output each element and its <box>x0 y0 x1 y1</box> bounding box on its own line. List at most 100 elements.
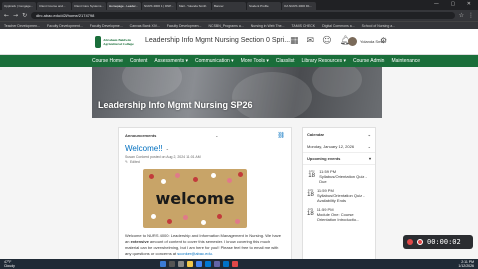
event-title[interactable]: Syllabus/Orientation Quiz - Due <box>319 174 371 184</box>
banner-decoration <box>312 67 362 97</box>
pause-record-icon[interactable] <box>417 239 423 245</box>
forward-icon[interactable]: → <box>13 12 18 19</box>
calendar-date[interactable]: Monday, January 12, 2026 <box>307 144 354 149</box>
calendar-header: Calendar <box>307 132 325 137</box>
flower-icon <box>161 179 166 184</box>
system-tray[interactable]: 2:11 PM 1/12/2026 <box>458 260 474 268</box>
browser-tab-bar: Upptrack | Cengage... Client Course and.… <box>0 0 478 10</box>
browser-tab[interactable]: Client Course and... <box>37 2 71 10</box>
link-icon[interactable]: ⛓ <box>277 132 285 139</box>
nav-assessments[interactable]: Assessments ▾ <box>154 58 188 64</box>
nav-content[interactable]: Content <box>130 58 148 64</box>
bookmark-item[interactable]: Digital Commons a... <box>322 24 354 28</box>
screen-recorder-widget: 00:00:02 <box>403 235 473 249</box>
header-icons: ▦ ✉ ☺ 🔔︎ <box>290 36 351 46</box>
event-title[interactable]: Syllabus/Orientation Quiz - Availability… <box>317 193 371 203</box>
bookmark-item[interactable]: NCSBN_Programs a... <box>209 24 244 28</box>
bookmark-item[interactable]: Faculty Development... <box>47 24 83 28</box>
bookmarks-bar: Teacher Developmen... Faculty Developmen… <box>0 21 478 29</box>
nav-course-home[interactable]: Course Home <box>92 58 123 64</box>
file-explorer-icon[interactable] <box>187 261 193 267</box>
start-icon[interactable] <box>160 261 166 267</box>
edit-icon: ✎ <box>125 160 128 164</box>
announcement-title[interactable]: Welcome!! <box>125 144 163 153</box>
window-controls[interactable]: — ▢ ✕ <box>434 1 476 7</box>
stop-record-icon[interactable] <box>407 239 413 245</box>
mat-word: welcome <box>155 189 235 208</box>
gear-icon[interactable]: ⚙ <box>380 36 387 45</box>
nav-communication[interactable]: Communication ▾ <box>195 58 234 64</box>
back-icon[interactable]: ← <box>4 12 9 19</box>
college-logo[interactable]: Abraham Baldwin Agricultural College <box>95 35 139 49</box>
chrome-icon[interactable] <box>196 261 202 267</box>
avatar[interactable] <box>348 37 357 46</box>
email-link[interactable]: sconker@abac.edu. <box>177 251 213 256</box>
browser-tab[interactable]: OA NURS 4000 D1... <box>282 2 316 10</box>
flower-icon <box>211 173 216 178</box>
course-title[interactable]: Leadership Info Mgmt Nursing Section 0 S… <box>145 37 290 44</box>
grid-icon[interactable]: ▦ <box>290 36 299 46</box>
chevron-down-icon[interactable]: ▾ <box>369 156 371 161</box>
star-icon[interactable]: ☆ <box>459 12 464 19</box>
announcements-widget: Announcements ⌄ ⛓ Welcome!! ⌄ Susan Conk… <box>118 127 292 269</box>
message-icon[interactable]: ✉ <box>307 36 315 46</box>
flower-icon <box>149 174 154 179</box>
nav-course-admin[interactable]: Course Admin <box>353 58 384 64</box>
chevron-down-icon[interactable]: ⌄ <box>215 133 218 138</box>
list-item[interactable]: JAN 18 11:59 PM Syllabus/Orientation Quiz … <box>303 184 375 203</box>
logo-text: Abraham Baldwin Agricultural College <box>103 38 134 46</box>
chevron-down-icon[interactable]: ⌄ <box>368 132 371 137</box>
teams-icon[interactable] <box>214 261 220 267</box>
bookmark-item[interactable]: Canvas Bank XIV... <box>130 24 160 28</box>
flower-icon <box>238 172 243 177</box>
course-navbar: Course Home Content Assessments ▾ Commun… <box>0 55 478 67</box>
app-icon[interactable] <box>232 261 238 267</box>
bookmark-item[interactable]: School of Nursing a... <box>362 24 395 28</box>
search-icon[interactable] <box>169 261 175 267</box>
bookmark-item[interactable]: Nursing in Web The... <box>251 24 285 28</box>
chevron-down-icon[interactable]: ⌄ <box>368 144 371 149</box>
browser-tab[interactable]: Mail - Yolanda Smith <box>177 2 211 10</box>
flower-icon <box>151 214 156 219</box>
browser-tab[interactable]: Client Care Systems... <box>72 2 106 10</box>
nav-library-resources[interactable]: Library Resources ▾ <box>302 58 346 64</box>
outlook-icon[interactable] <box>223 261 229 267</box>
event-title[interactable]: Module One: Course Orientation Introduct… <box>317 212 371 222</box>
browser-tab[interactable]: Banner <box>212 2 246 10</box>
flower-icon <box>217 214 222 219</box>
banner-decoration <box>232 72 312 118</box>
browser-tab-active[interactable]: Homepage - Leader... <box>107 2 141 10</box>
announcements-header: Announcements <box>125 133 157 138</box>
announcement-meta: Susan Conkerd posted on Aug 2, 2024 11:0… <box>125 155 201 159</box>
flower-icon <box>167 219 172 224</box>
list-item[interactable]: JAN 18 11:59 PM Syllabus/Orientation Quiz … <box>303 165 375 184</box>
menu-icon[interactable]: ⋮ <box>468 12 474 19</box>
nav-more-tools[interactable]: More Tools ▾ <box>241 58 269 64</box>
logo-mark-icon <box>95 36 102 48</box>
nav-maintenance[interactable]: Maintenance <box>391 58 420 64</box>
subscriptions-icon[interactable]: ☺ <box>322 36 331 46</box>
bookmark-item[interactable]: Teacher Developmen... <box>4 24 40 28</box>
browser-tab[interactable]: Student Profile <box>247 2 281 10</box>
nav-classlist[interactable]: Classlist <box>276 58 295 64</box>
announcement-body: Welcome to NURS 4000: Leadership and Inf… <box>125 233 281 256</box>
browser-tab[interactable]: Upptrack | Cengage... <box>2 2 36 10</box>
calendar-widget: Calendar ⌄ Monday, January 12, 2026 ⌄ Up… <box>302 127 376 269</box>
banner-decoration <box>122 67 182 97</box>
list-item[interactable]: JAN 18 11:59 PM Module One: Course Orienta… <box>303 203 375 222</box>
bookmark-item[interactable]: Faculty Developmen... <box>167 24 202 28</box>
flower-icon <box>227 178 232 183</box>
bookmark-item[interactable]: Faculty Developme... <box>90 24 123 28</box>
recording-timer: 00:00:02 <box>427 238 461 246</box>
flower-icon <box>175 173 180 178</box>
task-view-icon[interactable] <box>178 261 184 267</box>
bookmark-item[interactable]: TAMIS CHECK <box>291 24 315 28</box>
url-field[interactable]: dlrc.abac.edu/d2l/home/2174798 <box>31 12 455 19</box>
flower-icon <box>193 177 198 182</box>
browser-tab[interactable]: NURS 4000 1 | DNP... <box>142 2 176 10</box>
chevron-down-icon[interactable]: ⌄ <box>166 146 169 151</box>
flower-icon <box>235 219 240 224</box>
reload-icon[interactable]: ↻ <box>22 12 27 19</box>
edge-icon[interactable] <box>205 261 211 267</box>
weather-widget[interactable]: 47°F Cloudy <box>0 260 40 268</box>
